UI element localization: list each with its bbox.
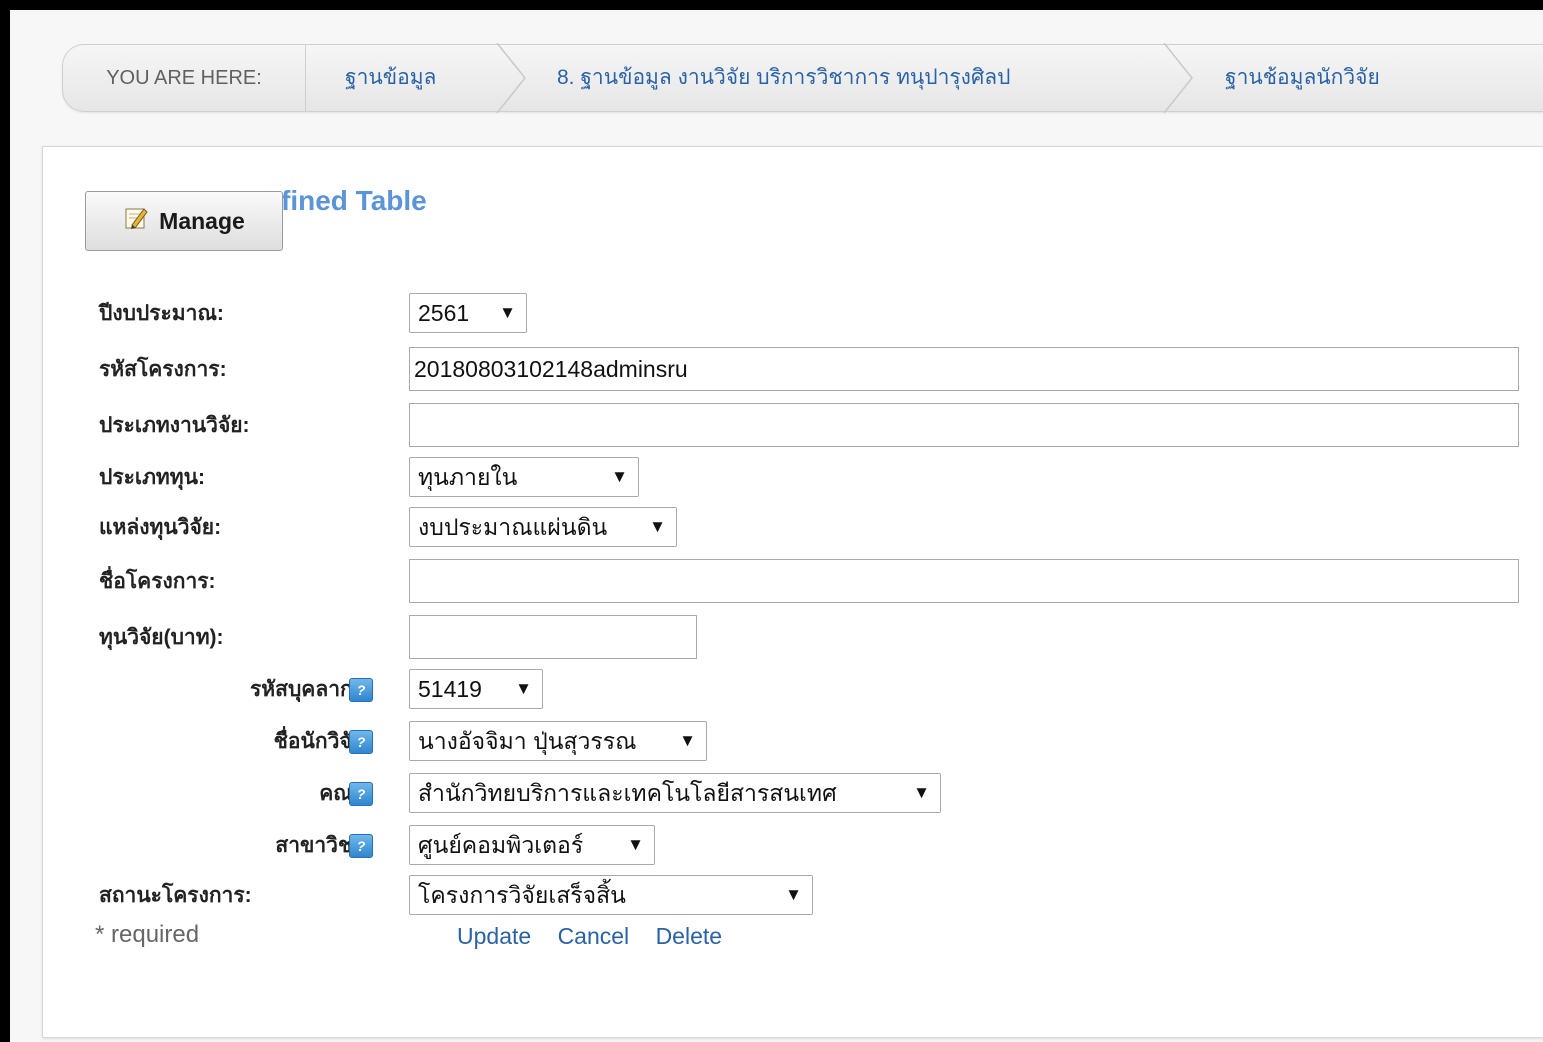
panel-title: fined Table <box>281 185 427 216</box>
breadcrumb-separator-icon <box>1158 43 1198 113</box>
fund-source-label: แหล่งทุนวิจัย: <box>99 516 222 539</box>
status-select[interactable]: โครงการวิจัยเสร็จสิ้น ▼ <box>409 875 813 915</box>
staff-id-select[interactable]: 51419 ▼ <box>409 669 543 709</box>
row-status: สถานะโครงการ: โครงการวิจัยเสร็จสิ้น ▼ <box>43 873 1543 919</box>
help-icon[interactable]: ? <box>349 834 373 858</box>
researcher-select[interactable]: นางอัจจิมา ปุ่นสุวรรณ ▼ <box>409 721 707 761</box>
delete-link[interactable]: Delete <box>656 923 722 949</box>
dropdown-arrow-icon: ▼ <box>499 303 516 322</box>
row-fund-source: แหล่งทุนวิจัย: งบประมาณแผ่นดิน ▼ <box>43 505 1543 551</box>
row-staff-id: รหัสบุคลากร: ? 51419 ▼ <box>43 667 1543 713</box>
row-major: สาขาวิชา: ? ศูนย์คอมพิวเตอร์ ▼ <box>43 823 1543 869</box>
row-fund-type: ประเภททุน: ทุนภายใน ▼ <box>43 455 1543 501</box>
breadcrumb-separator-icon <box>491 43 531 113</box>
research-type-label: ประเภทงานวิจัย: <box>99 414 250 437</box>
manage-button-label: Manage <box>159 207 245 234</box>
dropdown-arrow-icon: ▼ <box>611 467 628 486</box>
form-panel: fined Table Manage ปีงบประมาณ: 2561 ▼ รห… <box>42 146 1543 1038</box>
major-select-value: ศูนย์คอมพิวเตอร์ <box>418 832 584 858</box>
row-researcher: ชื่อนักวิจัย: ? นางอัจจิมา ปุ่นสุวรรณ ▼ <box>43 719 1543 765</box>
year-select[interactable]: 2561 ▼ <box>409 293 527 333</box>
row-project-code: รหัสโครงการ: 20180803102148adminsru <box>43 347 1543 393</box>
status-select-value: โครงการวิจัยเสร็จสิ้น <box>418 882 626 908</box>
manage-button[interactable]: Manage <box>85 191 283 251</box>
row-year: ปีงบประมาณ: 2561 ▼ <box>43 291 1543 337</box>
help-icon[interactable]: ? <box>349 782 373 806</box>
dropdown-arrow-icon: ▼ <box>913 783 930 802</box>
status-label: สถานะโครงการ: <box>99 884 252 907</box>
update-link[interactable]: Update <box>457 923 531 949</box>
breadcrumb-item-research-db[interactable]: 8. ฐานข้อมูล งานวิจัย บริการวิชาการ ทนุป… <box>557 45 1010 111</box>
breadcrumb-you-are-here: YOU ARE HERE: <box>63 45 306 111</box>
fund-type-select-value: ทุนภายใน <box>418 464 518 490</box>
dropdown-arrow-icon: ▼ <box>515 679 532 698</box>
fund-type-label: ประเภททุน: <box>99 466 205 489</box>
row-research-type: ประเภทงานวิจัย: <box>43 403 1543 449</box>
required-note: * required <box>95 921 200 948</box>
faculty-select-value: สำนักวิทยบริการและเทคโนโลยีสารสนเทศ <box>418 780 837 806</box>
research-type-field[interactable] <box>409 403 1519 447</box>
dropdown-arrow-icon: ▼ <box>649 517 666 536</box>
year-select-value: 2561 <box>418 300 470 326</box>
budget-field[interactable] <box>409 615 697 659</box>
project-name-label: ชื่อโครงการ: <box>99 570 216 593</box>
researcher-select-value: นางอัจจิมา ปุ่นสุวรรณ <box>418 728 637 754</box>
project-code-field[interactable]: 20180803102148adminsru <box>409 347 1519 391</box>
row-budget: ทุนวิจัย(บาท): <box>43 615 1543 661</box>
staff-id-select-value: 51419 <box>418 676 482 702</box>
year-label: ปีงบประมาณ: <box>99 302 224 325</box>
help-icon[interactable]: ? <box>349 678 373 702</box>
cancel-link[interactable]: Cancel <box>558 923 630 949</box>
fund-source-select-value: งบประมาณแผ่นดิน <box>418 514 608 540</box>
help-icon[interactable]: ? <box>349 730 373 754</box>
pencil-note-icon <box>123 205 149 237</box>
row-faculty: คณะ: ? สำนักวิทยบริการและเทคโนโลยีสารสนเ… <box>43 771 1543 817</box>
fund-type-select[interactable]: ทุนภายใน ▼ <box>409 457 639 497</box>
dropdown-arrow-icon: ▼ <box>785 885 802 904</box>
project-name-field[interactable] <box>409 559 1519 603</box>
breadcrumb-item-researcher-db[interactable]: ฐานช้อมูลนักวิจัย <box>1225 45 1380 111</box>
faculty-select[interactable]: สำนักวิทยบริการและเทคโนโลยีสารสนเทศ ▼ <box>409 773 941 813</box>
breadcrumb: YOU ARE HERE: ฐานข้อมูล 8. ฐานข้อมูล งาน… <box>62 43 1543 113</box>
breadcrumb-item-database[interactable]: ฐานข้อมูล <box>345 45 436 111</box>
row-project-name: ชื่อโครงการ: <box>43 559 1543 605</box>
dropdown-arrow-icon: ▼ <box>627 835 644 854</box>
page: YOU ARE HERE: ฐานข้อมูล 8. ฐานข้อมูล งาน… <box>10 10 1543 1042</box>
major-select[interactable]: ศูนย์คอมพิวเตอร์ ▼ <box>409 825 655 865</box>
project-code-label: รหัสโครงการ: <box>99 358 227 381</box>
form-actions: Update Cancel Delete <box>457 923 742 950</box>
budget-label: ทุนวิจัย(บาท): <box>99 626 224 649</box>
dropdown-arrow-icon: ▼ <box>679 731 696 750</box>
fund-source-select[interactable]: งบประมาณแผ่นดิน ▼ <box>409 507 677 547</box>
